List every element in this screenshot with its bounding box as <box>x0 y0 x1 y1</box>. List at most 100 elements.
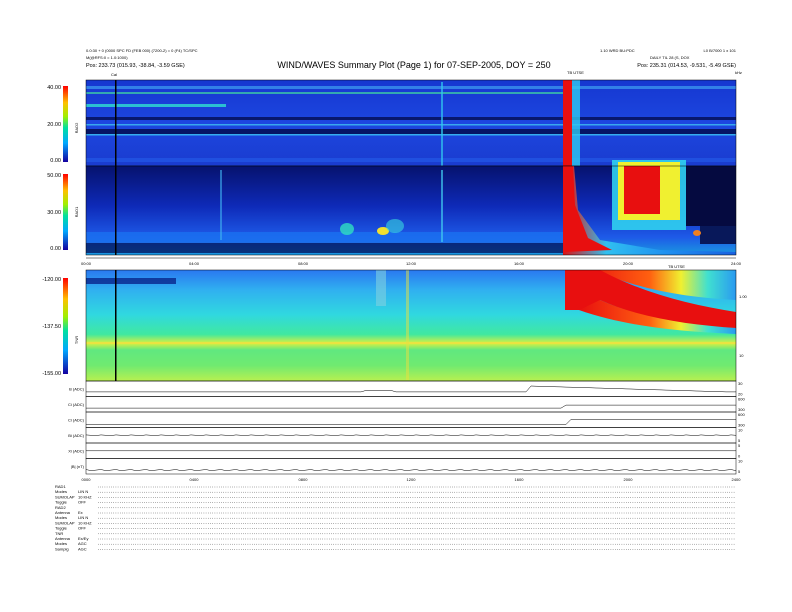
footer-parameters: RAD1Modes LIN NSUMOLAP 10 KHZToggle OFFRAD2… <box>55 484 736 551</box>
tnr-spectrogram-bg <box>86 270 736 381</box>
rad2-ytick-top: 40.00 <box>47 85 61 91</box>
tnr-panel: -120.00 -137.50 -155.00 TNR 1.00 10 TB U… <box>42 264 748 382</box>
rad2-band-top <box>86 86 736 89</box>
rad1-streak-cal <box>115 166 117 255</box>
header-right-line1b: L0 B/7000 1 x 101 <box>704 48 737 53</box>
footer-val-1-4: OFF <box>78 526 87 531</box>
header-left-position: Pos: 233.73 (015.93, -38.84, -3.59 GSE) <box>86 63 185 69</box>
tnr-right-tick-1: 1.00 <box>739 294 748 299</box>
kp-xtick-3: 1200 <box>407 477 417 482</box>
rad2-band-light2 <box>86 134 736 136</box>
rad2-band-dark2 <box>86 129 736 134</box>
kp-panel-right-top-4: 5 <box>738 443 741 448</box>
rad1-dark-region-2 <box>700 226 736 244</box>
footer-val-0-3: OFF <box>78 500 87 505</box>
rad2-ytick-mid: 20.00 <box>47 122 61 128</box>
kp-panel-right-top-2: 600 <box>738 412 745 417</box>
rad1-ylabel: RAD1 <box>74 206 79 217</box>
rad1-dark-region <box>686 166 736 226</box>
header-right-position: Pos: 235.31 (014.53, -9.531, -5.49 GSE) <box>637 63 736 69</box>
tnr-colorbar <box>63 278 68 374</box>
tnr-burst-red <box>565 270 579 310</box>
tnr-band-line <box>86 342 736 344</box>
plot-title: WIND/WAVES Summary Plot (Page 1) for 07-… <box>277 60 550 70</box>
rad1-band-low <box>86 232 564 242</box>
rad1-typeIII-red <box>624 166 660 214</box>
rad1-ytick-top: 50.00 <box>47 173 61 179</box>
kp-panel-label-2: Ci (ADC) <box>68 417 85 422</box>
footer-key-2-3: Samplg <box>55 546 69 551</box>
unit-khz-label: kHz <box>735 70 742 75</box>
kp-panel-frame-5 <box>85 458 737 475</box>
kp-panel-label-1: Ci (ADC) <box>68 402 85 407</box>
kp-panels: B (ADC)3020Ci (ADC)600300Ci (ADC)600300B… <box>68 380 745 475</box>
cal-label: Cal <box>111 72 117 77</box>
footer-val-2-3: AGC <box>78 546 87 551</box>
kp-panel-right-top-3: 10 <box>738 428 743 433</box>
kp-xtick-0: 0000 <box>82 477 92 482</box>
rad1-colorbar <box>63 174 68 250</box>
wind-waves-summary-plot: WIND/WAVES Summary Plot (Page 1) for 07-… <box>42 48 748 551</box>
tnr-dark-top <box>86 278 176 284</box>
rad2-band-dark1 <box>86 117 736 120</box>
rad2-band-green <box>86 92 566 94</box>
tnr-streak-cal <box>115 270 117 381</box>
rad2-burst-tail <box>572 80 580 166</box>
rad2-ylabel: RAD2 <box>74 122 79 133</box>
kp-panel-trace-3 <box>85 434 737 436</box>
kp-panel-trace-0 <box>86 385 736 393</box>
tnr-streak-1 <box>376 270 386 306</box>
kp-panel-right-bot-5: 5 <box>738 469 741 474</box>
header-right-line2: DAILY TIL 28 (S, DOX <box>650 55 690 60</box>
kp-panel-right-top-1: 600 <box>738 397 745 402</box>
rad2-band-cyan <box>86 104 226 107</box>
tnr-doy-label: TB UTSE <box>668 264 685 269</box>
rad1-ytick-mid: 30.00 <box>47 210 61 216</box>
xtick-6: 24:00 <box>731 261 742 266</box>
rad2-band-light <box>86 124 736 126</box>
xtick-5: 20:00 <box>623 261 634 266</box>
kp-xtick-4: 1600 <box>515 477 525 482</box>
kp-panel-frame-0 <box>85 380 737 397</box>
tnr-right-tick-2: 10 <box>739 353 744 358</box>
tnr-ytick-top: -120.00 <box>42 277 61 283</box>
tnr-ylabel: TNR <box>74 336 79 344</box>
header-right-line1: 1.10 WRD BU:PDC <box>600 48 635 53</box>
kp-panel-trace-5 <box>85 469 737 471</box>
rad1-streak-1 <box>220 170 222 240</box>
kp-xtick-6: 2400 <box>732 477 742 482</box>
rad1-blob-c <box>386 219 404 233</box>
tnr-ytick-mid: -137.50 <box>42 324 61 330</box>
header-left-line2: M(@RFS:0 = 1.0:1000) <box>86 55 128 60</box>
rad1-panel: 50.00 30.00 0.00 RAD1 <box>47 160 737 256</box>
tnr-marker-label: TB UTSE <box>567 70 584 75</box>
rad1-band-bottom <box>86 243 564 253</box>
kp-panel-trace-2 <box>86 419 736 425</box>
kp-panel-frame-1 <box>85 396 737 413</box>
header-left-line1: 0.0:30 + 0 (0000 SPC FD (FEB 000) (7200-… <box>86 48 198 53</box>
kp-panel-right-top-5: 10 <box>738 459 743 464</box>
tnr-ytick-bot: -155.00 <box>42 371 61 377</box>
xtick-2: 08:00 <box>298 261 309 266</box>
rad-xaxis: 00:00 04:00 08:00 12:00 16:00 20:00 24:0… <box>81 257 742 266</box>
rad2-burst-red <box>563 80 572 166</box>
kp-panel-right-top-0: 30 <box>738 381 743 386</box>
xtick-4: 16:00 <box>514 261 525 266</box>
rad2-streak-1 <box>441 82 443 166</box>
rad1-ytick-bot: 0.00 <box>50 246 61 252</box>
kp-panel-trace-1 <box>86 404 736 409</box>
kp-xaxis: 0000 0400 0800 1200 1600 2000 2400 <box>82 477 742 482</box>
kp-xtick-1: 0400 <box>190 477 200 482</box>
kp-panel-label-5: |B| (nT) <box>71 464 85 469</box>
rad2-colorbar <box>63 86 68 162</box>
xtick-1: 04:00 <box>189 261 200 266</box>
rad1-blob-b <box>340 223 354 235</box>
rad1-streak-2 <box>441 170 443 242</box>
xtick-0: 00:00 <box>81 261 92 266</box>
tnr-streak-2 <box>406 270 409 380</box>
rad1-blob-d <box>693 230 701 236</box>
kp-panel-label-0: B (ADC) <box>69 386 85 391</box>
rad2-panel: 40.00 20.00 0.00 RAD2 <box>47 79 737 167</box>
xtick-3: 12:00 <box>406 261 417 266</box>
kp-panel-frame-2 <box>85 411 737 428</box>
